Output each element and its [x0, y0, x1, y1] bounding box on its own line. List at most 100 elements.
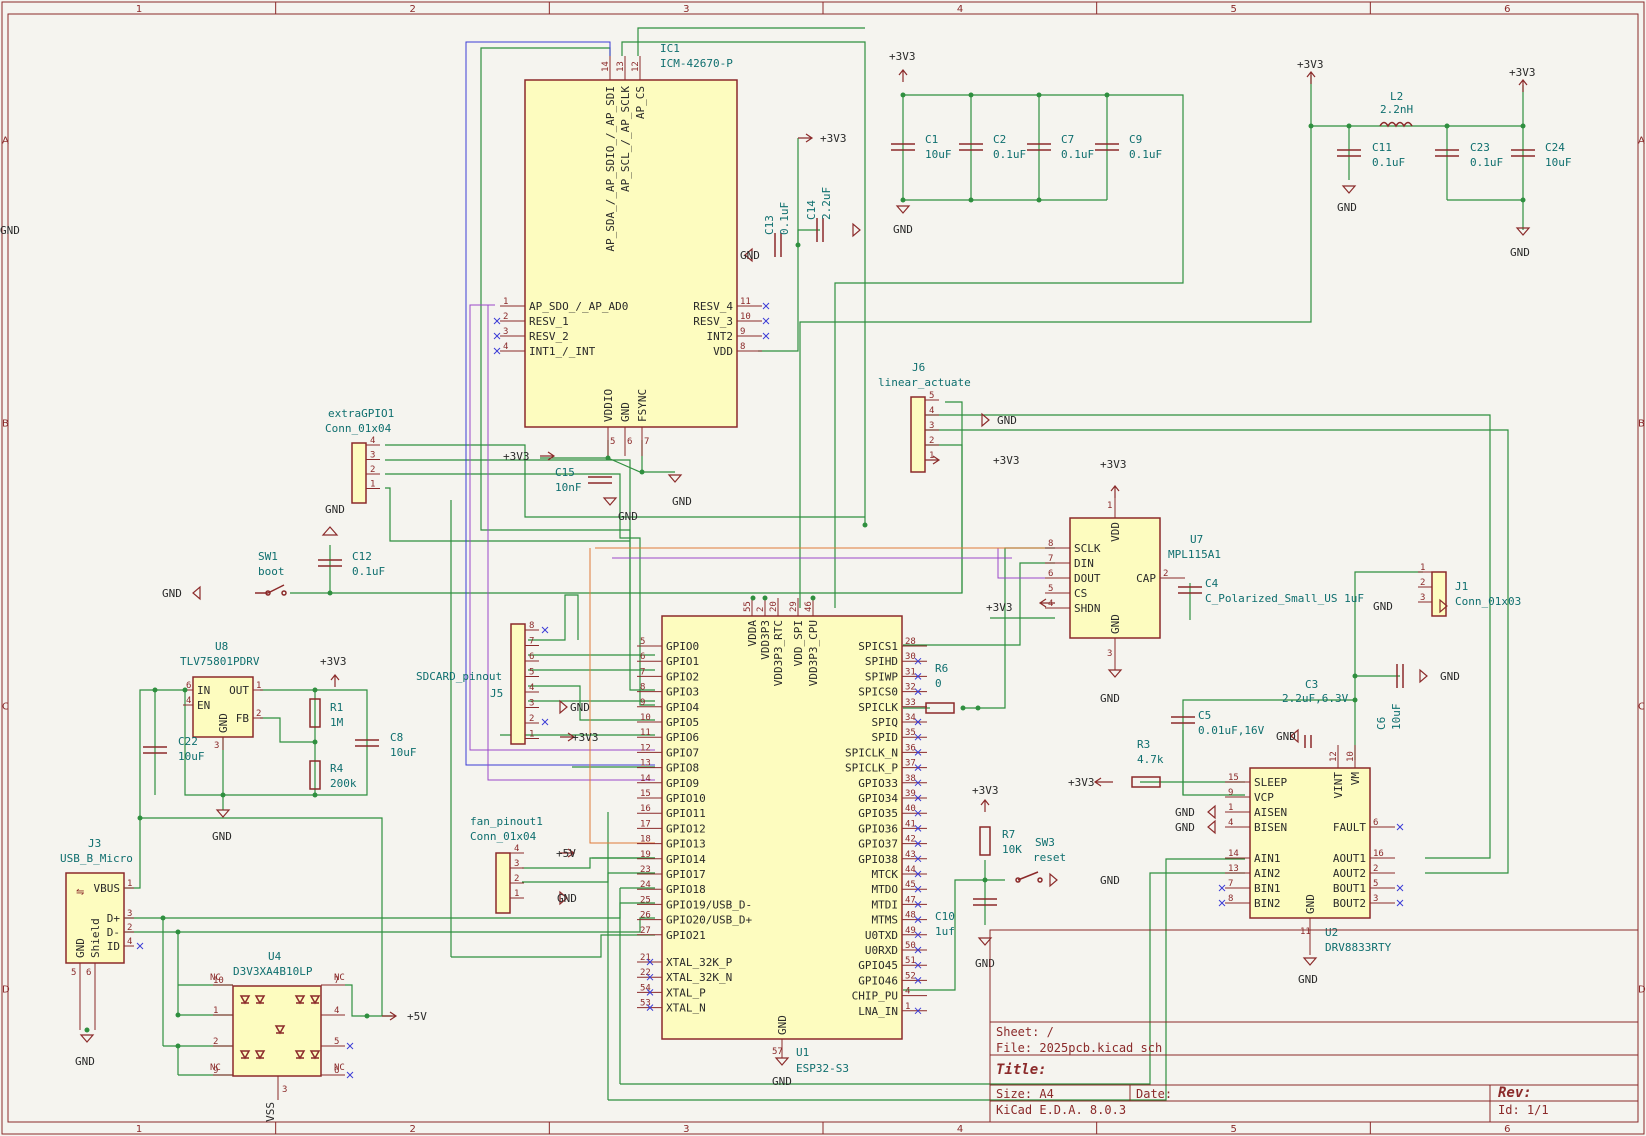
j1-connector[interactable]: J1 Conn_01x03 1 2 3: [1418, 563, 1521, 617]
net-label: +5V: [556, 847, 576, 860]
pin-number: 12: [631, 61, 641, 72]
pin-number: 3: [1107, 649, 1112, 659]
pin-name: VM: [1349, 772, 1362, 786]
pin-number: 2: [503, 312, 508, 322]
junction-dot: [364, 1013, 370, 1019]
cap-ref: C1: [925, 133, 938, 146]
cap-value: 0.1uF: [1372, 156, 1405, 169]
pin-number: 4: [1228, 818, 1233, 828]
net-label: GND: [1175, 806, 1195, 819]
cap-value: 10uF: [1545, 156, 1572, 169]
fan-value: Conn_01x04: [470, 830, 537, 843]
pin-name: VDD: [1109, 522, 1122, 542]
pin-name: AOUT2: [1333, 867, 1366, 880]
j3-usb-connector[interactable]: J3 USB_B_Micro ⇋ 1 VBUS 3 D+ 2 D- 4 ID 5 GND 6 Shie…: [60, 837, 144, 1030]
pin-name: CS: [1074, 587, 1087, 600]
pin-number: 8: [529, 621, 534, 631]
pin-name: SPIQ: [872, 716, 899, 729]
junction-dot: [137, 815, 143, 821]
power-arrow-icon: [1093, 777, 1113, 787]
pin-number: 1: [256, 681, 261, 691]
pin-number: 5: [929, 391, 934, 401]
schematic-canvas[interactable]: 112233445566A AB BC CD D IC1 ICM-42670-P…: [0, 0, 1646, 1136]
title-block: Sheet: / File: 2025pcb.kicad_sch Title: …: [989, 929, 1639, 1123]
junction-dot: [1036, 197, 1042, 203]
pin-number: 37: [905, 759, 916, 769]
pin-name: RESV_4: [693, 300, 733, 313]
u8-ref: U8: [215, 640, 228, 653]
cap-ref: C4: [1205, 577, 1219, 590]
cap-ref: C5: [1198, 709, 1211, 722]
pin-number: 11: [1300, 927, 1311, 937]
pin-number: 33: [905, 698, 916, 708]
pin-name: GPIO5: [666, 716, 699, 729]
tb-title: Title:: [996, 1062, 1047, 1078]
resistor-icon: [925, 702, 955, 714]
pin-number: 5: [640, 637, 645, 647]
pin-name: Shield: [89, 918, 102, 958]
grid-row-label: B: [2, 419, 9, 430]
net-label: +3V3: [972, 784, 999, 797]
junction-dot: [152, 687, 158, 693]
pin-number: 2: [529, 714, 534, 724]
pin-name: INT2: [707, 330, 734, 343]
cap-ref: C7: [1061, 133, 1074, 146]
pin-name: OUT: [229, 684, 249, 697]
pin-name: EN: [197, 699, 210, 712]
pin-name: SHDN: [1074, 602, 1101, 615]
pin-name: GND: [776, 1015, 789, 1035]
ground-icon: [895, 205, 911, 214]
pin-name: AP_CS: [634, 86, 647, 119]
junction-dot: [968, 197, 974, 203]
j5-sdcard-connector[interactable]: SDCARD_pinout J5 8 7 6 5 4 3 2 1: [416, 621, 549, 745]
pin-number: 9: [740, 327, 745, 337]
junction-dot: [1520, 123, 1526, 129]
cap-ref: C13: [763, 215, 776, 235]
pin-number: 1: [127, 879, 132, 889]
pin-name: GND: [619, 402, 632, 422]
u2-motor-driver[interactable]: U2 DRV8833RTY 15 SLEEP 9 VCP 1 AISEN 4 BISEN 14 A…: [1218, 745, 1404, 955]
pin-name: GPIO21: [666, 929, 706, 942]
extragpio-connector[interactable]: extraGPIO1 Conn_01x04 4 3 2 1: [325, 407, 394, 504]
junction-dot: [982, 877, 988, 883]
u8-value: TLV75801PDRV: [180, 655, 260, 668]
tb-sheet: Sheet: /: [996, 1025, 1054, 1039]
pin-number: 11: [740, 297, 751, 307]
u4-esd-protection[interactable]: U4 D3V3XA4B10LP 1012974563VSSNC NCNC NC: [210, 950, 354, 1122]
pin-number: 6: [529, 652, 534, 662]
ground-icon: [321, 526, 339, 536]
pin-name: GPIO38: [858, 853, 898, 866]
j6-actuator-connector[interactable]: J6 linear_actuate 54321: [878, 361, 971, 473]
pin-name: D-: [107, 926, 120, 939]
u7-pressure-sensor[interactable]: U7 MPL115A1 8 SCLK 7 DIN 6 DOUT 5 CS 4 SHDN 1 VDD 3 G…: [1045, 490, 1221, 670]
fan-connector[interactable]: fan_pinout1 Conn_01x04 4 3 2 1: [470, 815, 543, 914]
sw1-boot-switch[interactable]: SW1 boot: [255, 550, 287, 596]
junction-dot: [1352, 697, 1358, 703]
pin-number: 1: [1107, 501, 1112, 511]
pin-number: 15: [640, 789, 651, 799]
pin-name: GND: [217, 713, 230, 733]
ground-icon: [1302, 957, 1318, 966]
pin-name: BISEN: [1254, 821, 1287, 834]
junction-dot: [750, 595, 756, 601]
pin-number: 3: [503, 327, 508, 337]
junction-dot: [639, 469, 645, 475]
tb-rev: Rev:: [1498, 1085, 1532, 1101]
pin-name: SPICS0: [858, 686, 898, 699]
pin-number: 6: [86, 968, 91, 978]
cap-value: 0.1uF: [352, 565, 385, 578]
pin-number: 44: [905, 865, 916, 875]
grid-col-label: 6: [1504, 1124, 1510, 1135]
pin-name: MTCK: [872, 868, 899, 881]
ic1-imu[interactable]: IC1 ICM-42670-P 14AP_SDA_/_AP_SDIO_/_AP_…: [493, 42, 770, 456]
net-label: +3V3: [503, 450, 530, 463]
extra-value: Conn_01x04: [325, 422, 392, 435]
pin-name: GPIO18: [666, 883, 706, 896]
pin-number: 2: [1373, 864, 1378, 874]
net-label: +3V3: [572, 731, 599, 744]
sw3-reset-switch[interactable]: SW3 reset: [1015, 836, 1066, 883]
u1-esp32[interactable]: U1 ESP32-S3 55 VDDA 2 VDD3P3 20 VDD3P3_RTC 29 V…: [637, 598, 927, 1075]
pin-name: AP_SDO_/_AP_AD0: [529, 300, 628, 313]
pin-number: 13: [616, 61, 626, 72]
grid-col-label: 1: [136, 4, 142, 15]
